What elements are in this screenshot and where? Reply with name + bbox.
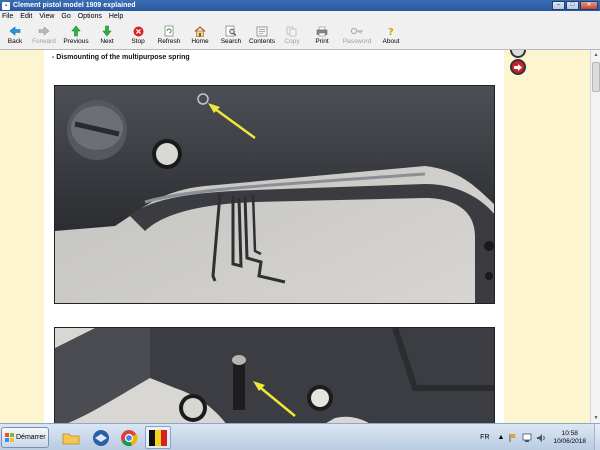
home-icon	[194, 25, 206, 37]
home-button[interactable]: Home	[185, 22, 215, 50]
password-button[interactable]: Password	[337, 22, 377, 50]
contents-button[interactable]: Contents	[247, 22, 277, 50]
search-button[interactable]: Search	[215, 22, 247, 50]
back-button[interactable]: Back	[3, 22, 27, 50]
scroll-down-arrow-icon[interactable]: ▼	[592, 414, 600, 422]
chrome-icon[interactable]	[116, 426, 142, 449]
app-icon: ▪	[2, 1, 10, 10]
about-label: About	[382, 38, 400, 45]
previous-label: Previous	[63, 38, 89, 45]
contents-label: Contents	[248, 38, 276, 45]
stop-icon	[133, 25, 144, 37]
nav-next-page-button[interactable]	[510, 59, 526, 75]
action-center-flag-icon[interactable]	[508, 433, 518, 443]
windows-logo-icon	[5, 433, 14, 442]
explorer-icon[interactable]	[58, 426, 84, 449]
photo-spring-dismount	[54, 85, 495, 304]
menu-options[interactable]: Options	[78, 13, 102, 20]
refresh-button[interactable]: Refresh	[153, 22, 185, 50]
contents-icon	[256, 25, 268, 37]
stop-button[interactable]: Stop	[123, 22, 153, 50]
password-label: Password	[342, 38, 372, 45]
document-page: - Dismounting of the multipurpose spring	[44, 50, 504, 423]
menu-go[interactable]: Go	[61, 13, 70, 20]
scroll-up-arrow-icon[interactable]: ▲	[592, 51, 600, 59]
forward-button[interactable]: Forward	[27, 22, 61, 50]
network-icon[interactable]	[522, 433, 532, 443]
up-arrow-icon	[71, 25, 81, 37]
print-label: Print	[315, 38, 329, 45]
thunderbird-icon[interactable]	[88, 426, 114, 449]
print-button[interactable]: Print	[307, 22, 337, 50]
system-tray: FR ▲ 10:58 10/06/2018	[480, 424, 600, 450]
back-arrow-icon	[9, 25, 21, 37]
refresh-icon	[164, 25, 174, 37]
menu-file[interactable]: File	[2, 13, 13, 20]
forward-arrow-icon	[38, 25, 50, 37]
next-label: Next	[100, 38, 114, 45]
document-area: - Dismounting of the multipurpose spring	[0, 50, 590, 423]
section-heading: - Dismounting of the multipurpose spring	[52, 54, 190, 61]
down-arrow-icon	[102, 25, 112, 37]
home-label: Home	[191, 38, 209, 45]
vertical-scrollbar[interactable]: ▲ ▼	[590, 50, 600, 423]
search-icon	[225, 25, 237, 37]
copy-label: Copy	[284, 38, 300, 45]
copy-button[interactable]: Copy	[277, 22, 307, 50]
print-icon	[316, 25, 328, 37]
toolbar: Back Forward Previous Next Stop Refresh …	[0, 22, 600, 50]
start-button[interactable]: Démarrer	[1, 427, 49, 448]
volume-icon[interactable]	[536, 433, 547, 443]
about-icon: ?	[386, 25, 396, 37]
photo-spring-detail	[54, 327, 495, 423]
clock-time: 10:58	[561, 429, 578, 437]
clock-date: 10/06/2018	[553, 437, 586, 445]
clock[interactable]: 10:58 10/06/2018	[553, 430, 586, 446]
back-label: Back	[7, 38, 23, 45]
scroll-thumb[interactable]	[592, 62, 600, 92]
next-button[interactable]: Next	[91, 22, 123, 50]
refresh-label: Refresh	[157, 38, 181, 45]
show-hidden-icons-icon[interactable]: ▲	[498, 434, 505, 441]
ebook-app-icon[interactable]	[145, 426, 171, 449]
forward-label: Forward	[32, 38, 56, 45]
stop-label: Stop	[131, 38, 145, 45]
copy-icon	[286, 25, 298, 37]
taskbar: Démarrer FR ▲ 10:58 10/06/2018	[0, 423, 600, 450]
key-icon	[350, 25, 364, 37]
title-bar: ▪ Clement pistol model 1909 explained – …	[0, 0, 600, 11]
window-title: Clement pistol model 1909 explained	[13, 2, 136, 9]
close-button[interactable]: ✕	[580, 1, 598, 10]
start-label: Démarrer	[16, 434, 46, 441]
minimize-button[interactable]: –	[552, 1, 565, 10]
about-button[interactable]: ? About	[377, 22, 405, 50]
next-page-arrow-icon	[514, 63, 522, 71]
svg-text:?: ?	[388, 27, 394, 37]
maximize-button[interactable]: □	[566, 1, 579, 10]
menu-help[interactable]: Help	[109, 13, 123, 20]
menu-edit[interactable]: Edit	[20, 13, 32, 20]
show-desktop-button[interactable]	[594, 424, 600, 450]
menu-bar: File Edit View Go Options Help	[0, 11, 600, 22]
search-label: Search	[220, 38, 242, 45]
nav-previous-page-button[interactable]	[510, 50, 526, 58]
previous-button[interactable]: Previous	[61, 22, 91, 50]
menu-view[interactable]: View	[39, 13, 54, 20]
language-indicator[interactable]: FR	[480, 434, 489, 441]
